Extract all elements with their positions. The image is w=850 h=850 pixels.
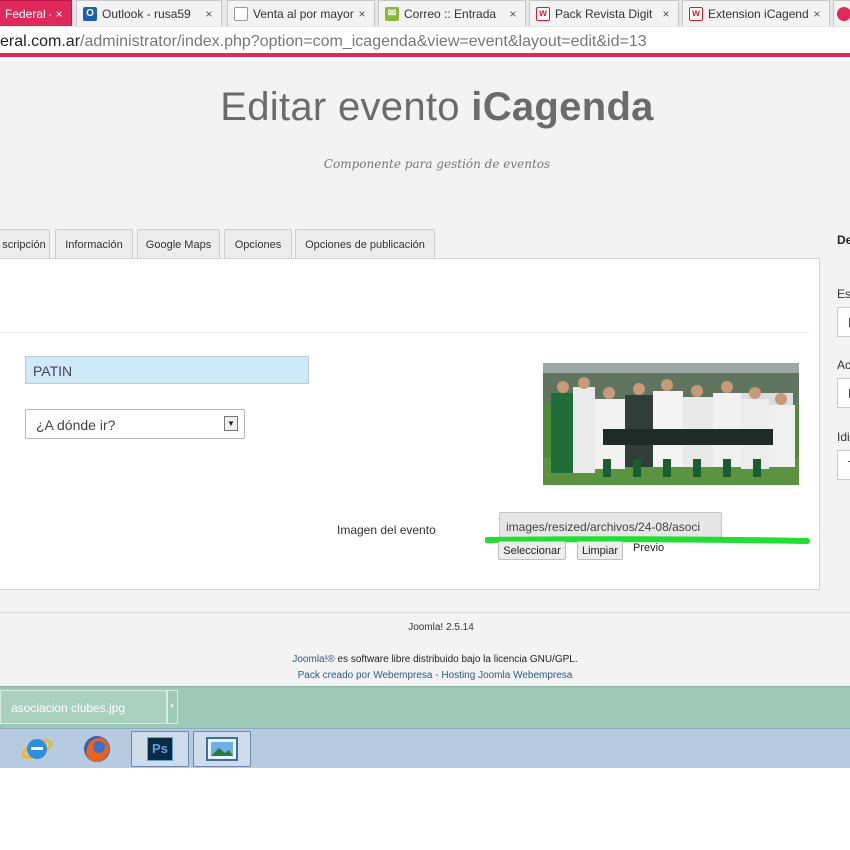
- webempresa-icon: w: [536, 6, 550, 21]
- joomla-version: Joomla! 2.5.14: [408, 622, 474, 633]
- edit-panel: PATIN ¿A dónde ir? ▼ Imagen del evento i…: [0, 258, 820, 590]
- tab-opciones-publicacion[interactable]: Opciones de publicación: [295, 229, 435, 259]
- close-icon[interactable]: ×: [809, 7, 825, 21]
- close-icon[interactable]: ×: [51, 7, 67, 21]
- close-icon[interactable]: ×: [354, 7, 370, 21]
- page-content: Editar evento iCagenda Componente para g…: [0, 61, 850, 686]
- url-domain: eral.com.ar: [0, 33, 81, 50]
- browser-tab-strip: Federal - × O Outlook - rusa59 × Venta a…: [0, 0, 850, 28]
- heart-icon: [837, 6, 850, 21]
- url-text: eral.com.ar/administrator/index.php?opti…: [0, 33, 647, 51]
- tab-title: Correo :: Entrada: [404, 6, 497, 21]
- sidebar-field[interactable]: T: [837, 450, 850, 480]
- preview-label: Previo: [633, 542, 665, 554]
- browser-tab-federal[interactable]: Federal - ×: [0, 0, 72, 26]
- page-title-prefix: Editar evento: [220, 85, 472, 129]
- license-text: Joomla!® es software libre distribuido b…: [0, 654, 850, 665]
- url-path: /administrator/index.php?option=com_icag…: [80, 33, 647, 50]
- credit-link[interactable]: Pack creado por Webempresa - Hosting Joo…: [0, 670, 850, 681]
- tab-title: Pack Revista Digit: [555, 6, 653, 21]
- footer-divider: [0, 601, 850, 613]
- browser-tab-venta[interactable]: Venta al por mayor ×: [227, 0, 375, 26]
- page-icon: [234, 6, 248, 21]
- tab-google-maps[interactable]: Google Maps: [137, 229, 220, 259]
- tab-opciones[interactable]: Opciones: [224, 229, 292, 259]
- internet-explorer-icon[interactable]: [8, 731, 66, 767]
- browser-tab-pack-revista[interactable]: w Pack Revista Digit ×: [529, 0, 679, 26]
- tab-title: Federal -: [5, 6, 51, 21]
- sidebar-heading: De: [837, 233, 850, 247]
- close-icon[interactable]: ×: [201, 7, 217, 21]
- browser-tab-partial[interactable]: [833, 0, 850, 26]
- sidebar-label: Es: [837, 287, 850, 301]
- sidebar-label: Ac: [837, 358, 850, 372]
- select-image-button[interactable]: Seleccionar: [498, 541, 566, 560]
- browser-tab-correo[interactable]: ✉ Correo :: Entrada ×: [378, 0, 526, 26]
- address-bar[interactable]: eral.com.ar/administrator/index.php?opti…: [0, 27, 850, 57]
- browser-tab-extension-icagenda[interactable]: w Extension iCagend ×: [682, 0, 830, 26]
- team-photo: [543, 363, 799, 485]
- divider: [0, 332, 809, 333]
- chevron-down-icon[interactable]: ▾: [166, 690, 178, 724]
- photo-viewer-icon[interactable]: [193, 731, 251, 767]
- joomla-link[interactable]: Joomla!®: [292, 654, 334, 665]
- clear-image-button[interactable]: Limpiar: [577, 541, 623, 560]
- license-body: es software libre distribuido bajo la li…: [334, 654, 578, 665]
- tab-title: Extension iCagend: [708, 6, 809, 21]
- image-field-label: Imagen del evento: [337, 523, 436, 537]
- close-icon[interactable]: ×: [658, 7, 674, 21]
- empty-area: [0, 768, 850, 850]
- tab-descripcion[interactable]: scripción: [0, 229, 50, 259]
- download-item[interactable]: asociacion clubes.jpg: [0, 690, 168, 724]
- close-icon[interactable]: ×: [505, 7, 521, 21]
- sidebar-label: Idi: [837, 430, 850, 444]
- webempresa-icon: w: [689, 6, 703, 21]
- outlook-icon: O: [83, 6, 97, 21]
- page-subtitle: Componente para gestión de eventos: [323, 157, 551, 171]
- ps-badge: Ps: [147, 737, 173, 761]
- sidebar-field[interactable]: F: [837, 378, 850, 408]
- windows-taskbar: Ps: [0, 728, 850, 768]
- place-select-value: ¿A dónde ir?: [36, 417, 116, 433]
- tab-informacion[interactable]: Información: [55, 229, 133, 259]
- tab-title: Venta al por mayor: [253, 6, 354, 21]
- download-bar: asociacion clubes.jpg ▾: [0, 686, 850, 728]
- firefox-icon[interactable]: [68, 731, 126, 767]
- tab-title: Outlook - rusa59: [102, 6, 191, 21]
- page-title-brand: iCagenda: [471, 85, 654, 129]
- sidebar-field[interactable]: F: [837, 307, 850, 337]
- event-image-preview: [543, 363, 799, 485]
- browser-tab-outlook[interactable]: O Outlook - rusa59 ×: [76, 0, 222, 26]
- chevron-down-icon[interactable]: ▼: [224, 416, 238, 431]
- photoshop-icon[interactable]: Ps: [131, 731, 189, 767]
- place-select[interactable]: ¿A dónde ir? ▼: [25, 409, 245, 439]
- mail-icon: ✉: [385, 6, 399, 21]
- page-title: Editar evento iCagenda: [0, 85, 850, 130]
- event-title-input[interactable]: PATIN: [25, 356, 309, 384]
